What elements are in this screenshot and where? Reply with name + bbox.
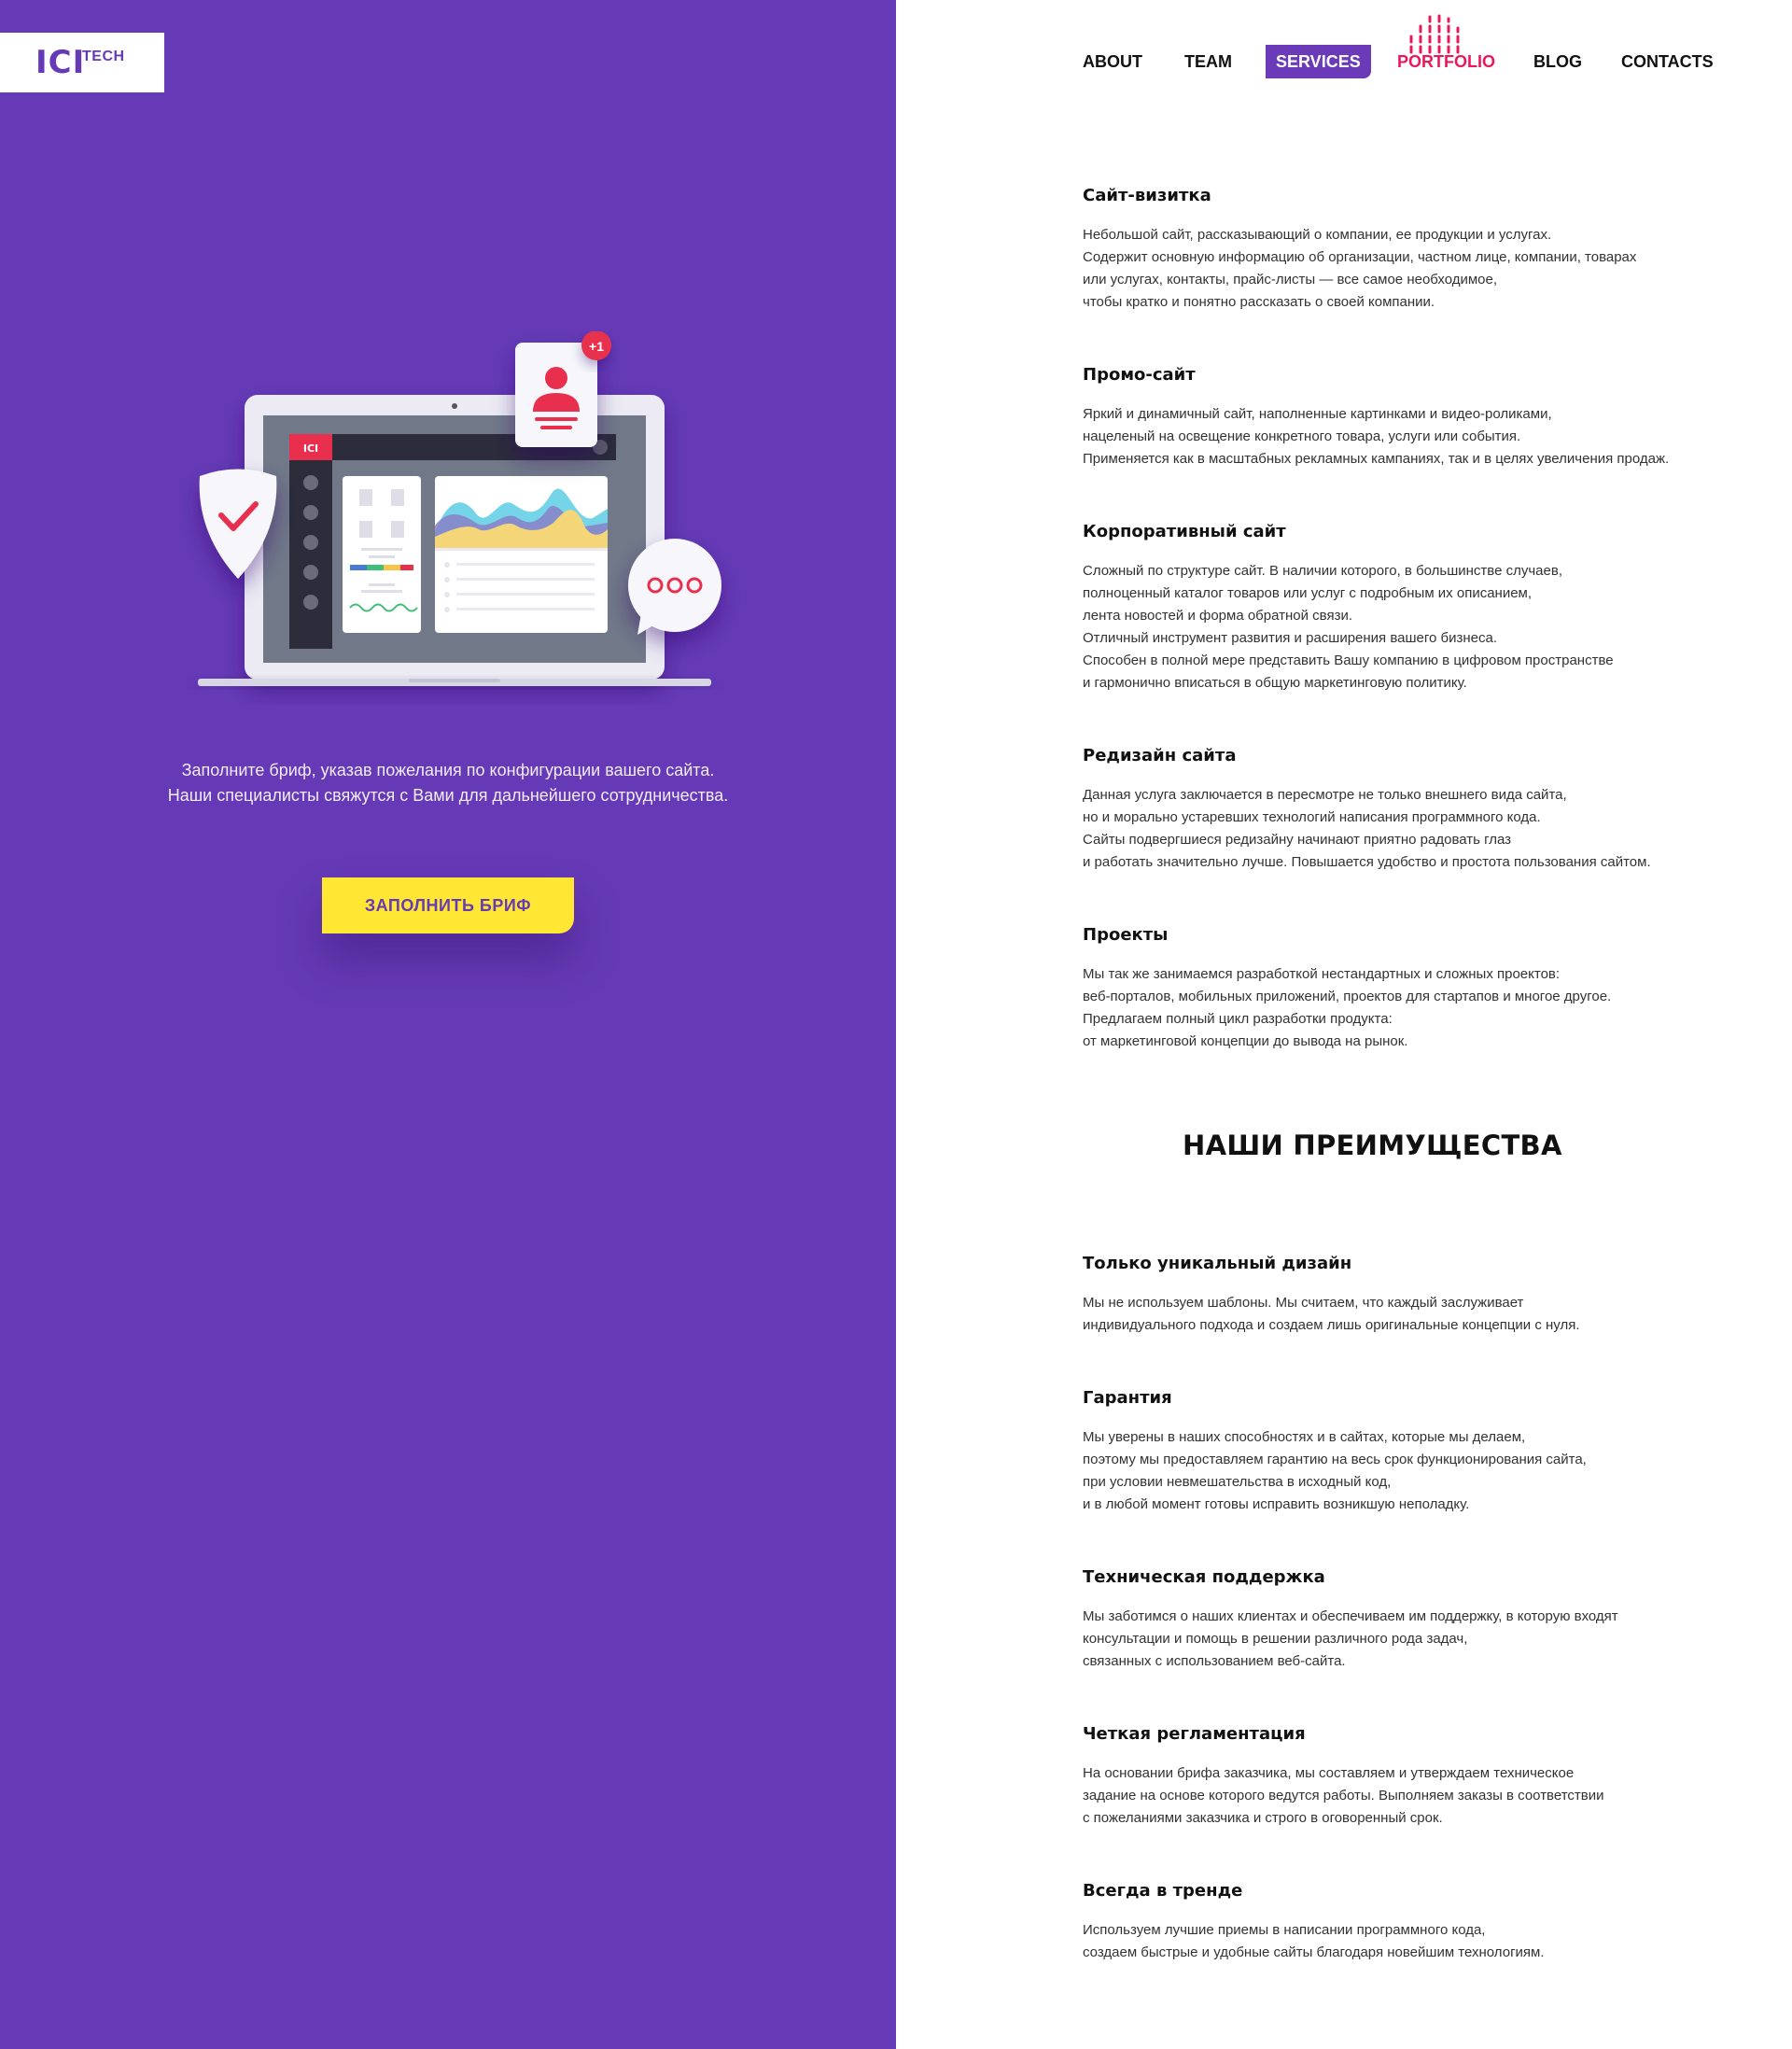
advantage-text: Мы уверены в наших способностях и в сайт… [1083,1429,1587,1512]
advantage-item: Только уникальный дизайн Мы не используе… [1083,1253,1755,1337]
service-item: Промо-сайт Яркий и динамичный сайт, напо… [1083,364,1755,470]
service-text: Сложный по структуре сайт. В наличии кот… [1083,563,1614,691]
logo[interactable]: ICI TECH [0,33,164,92]
chat-bubble-icon [628,539,721,635]
laptop-illustration: ICI +1 [198,331,721,686]
service-item: Сайт-визитка Небольшой сайт, рассказываю… [1083,185,1755,314]
brief-line: Наши специалисты свяжутся с Вами для дал… [167,786,729,805]
nav-about[interactable]: ABOUT [1083,52,1142,72]
fill-brief-button[interactable]: ЗАПОЛНИТЬ БРИФ [322,877,574,933]
brief-description: Заполните бриф, указав пожелания по конф… [121,758,775,808]
advantage-title: Всегда в тренде [1083,1881,1243,1901]
advantage-item: Гарантия Мы уверены в наших способностях… [1083,1387,1755,1516]
service-text: Данная услуга заключается в пересмотре н… [1083,787,1651,870]
service-title: Промо-сайт [1083,365,1196,385]
advantage-title: Только уникальный дизайн [1083,1254,1352,1273]
service-item: Проекты Мы так же занимаемся разработкой… [1083,924,1755,1053]
service-title: Проекты [1083,925,1169,945]
service-item: Корпоративный сайт Сложный по структуре … [1083,521,1755,695]
advantage-text: Мы не используем шаблоны. Мы считаем, чт… [1083,1295,1580,1333]
advantage-item: Четкая регламентация На основании брифа … [1083,1723,1755,1830]
advantages-heading: НАШИ ПРЕИМУЩЕСТВА [1183,1130,1562,1161]
advantage-title: Гарантия [1083,1388,1172,1408]
logo-main-text: ICI [35,44,86,81]
brief-line: Заполните бриф, указав пожелания по конф… [181,761,715,779]
nav-team[interactable]: TEAM [1184,52,1232,72]
notification-badge: +1 [589,339,604,354]
user-card-icon: +1 [515,331,611,447]
advantage-text: На основании брифа заказчика, мы составл… [1083,1765,1604,1826]
advantage-title: Четкая регламентация [1083,1724,1306,1744]
service-item: Редизайн сайта Данная услуга заключается… [1083,745,1755,874]
service-text: Мы так же занимаемся разработкой нестанд… [1083,966,1612,1049]
service-text: Небольшой сайт, рассказывающий о компани… [1083,227,1637,310]
left-panel: ICI TECH ICI +1 Заполните бриф, указав п… [0,0,896,2049]
advantage-item: Техническая поддержка Мы заботимся о наш… [1083,1566,1755,1673]
nav-contacts[interactable]: CONTACTS [1621,52,1714,72]
service-title: Сайт-визитка [1083,186,1211,205]
portfolio-bars-icon [1409,9,1460,54]
logo-sub-text: TECH [82,49,125,64]
laptop-icon: ICI [198,395,711,686]
advantage-item: Всегда в тренде Используем лучшие приемы… [1083,1880,1755,1964]
nav-services[interactable]: SERVICES [1266,45,1371,78]
service-text: Яркий и динамичный сайт, наполненные кар… [1083,406,1670,467]
screen-logo-text: ICI [303,442,318,455]
advantage-text: Мы заботимся о наших клиентах и обеспечи… [1083,1608,1618,1669]
nav-portfolio[interactable]: PORTFOLIO [1397,52,1495,72]
service-title: Корпоративный сайт [1083,522,1286,541]
advantage-text: Используем лучшие приемы в написании про… [1083,1922,1545,1960]
advantage-title: Техническая поддержка [1083,1567,1325,1587]
service-title: Редизайн сайта [1083,746,1237,765]
nav-blog[interactable]: BLOG [1533,52,1582,72]
